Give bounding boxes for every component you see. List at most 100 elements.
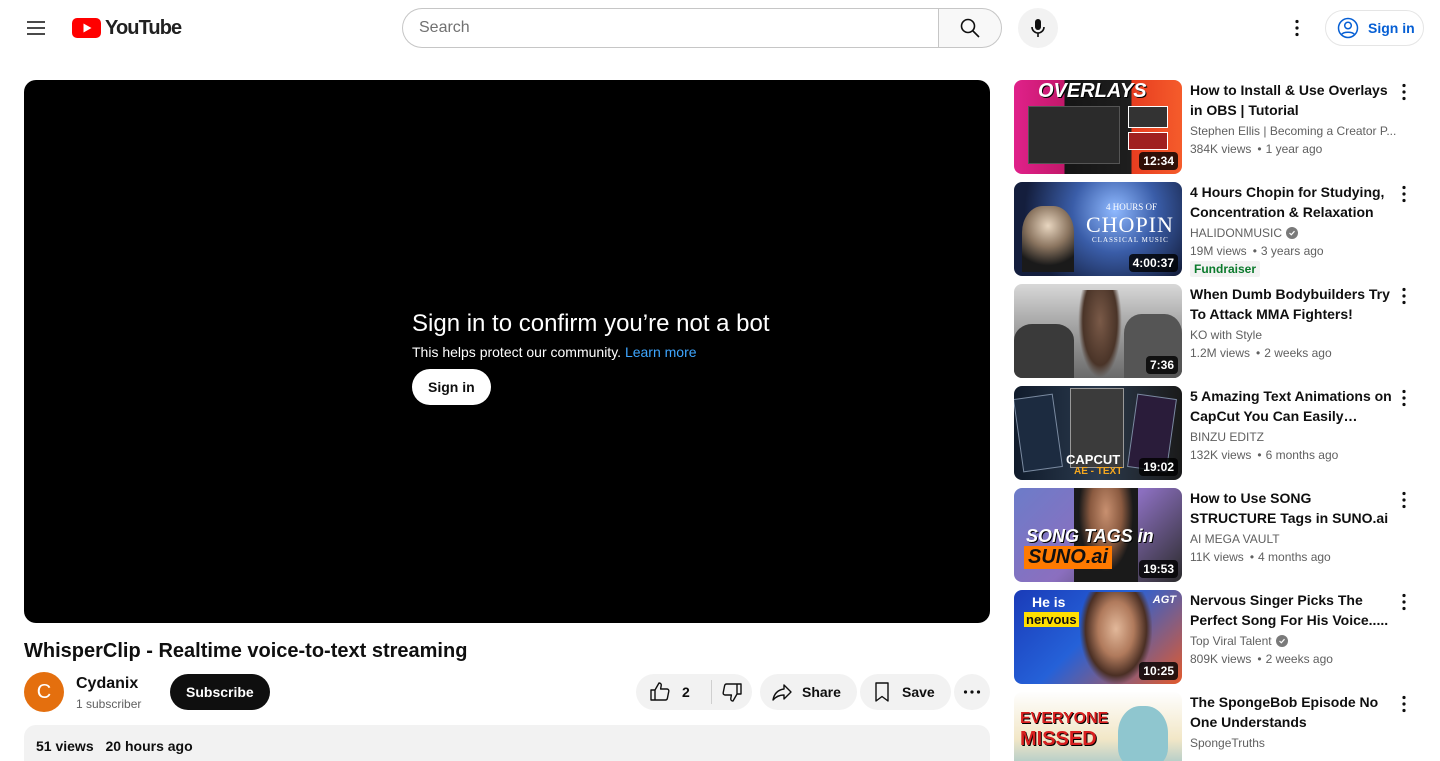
thumbnail-caption: CAPCUT bbox=[1066, 452, 1121, 467]
video-views: 11K views bbox=[1190, 550, 1244, 564]
related-video-item[interactable]: SONG TAGS in SUNO.ai 19:53 How to Use SO… bbox=[1014, 488, 1416, 582]
channel-name: HALIDONMUSIC bbox=[1190, 226, 1283, 240]
bot-check-subtitle: This helps protect our community. Learn … bbox=[412, 344, 770, 360]
upload-date: 20 hours ago bbox=[105, 738, 193, 754]
channel-name: BINZU EDITZ bbox=[1190, 430, 1264, 444]
channel-name[interactable]: Cydanix bbox=[76, 674, 138, 694]
verified-badge-icon bbox=[1275, 635, 1288, 647]
bot-check-title: Sign in to confirm you’re not a bot bbox=[412, 310, 770, 337]
thumbnail-scene-box bbox=[1128, 106, 1168, 128]
bot-check-message: Sign in to confirm you’re not a bot This… bbox=[412, 310, 770, 405]
video-menu-button[interactable] bbox=[1392, 386, 1416, 410]
related-video-item[interactable]: He is nervous AGT 10:25 Nervous Singer P… bbox=[1014, 590, 1416, 684]
video-menu-button[interactable] bbox=[1392, 590, 1416, 614]
video-player[interactable]: Sign in to confirm you’re not a bot This… bbox=[24, 80, 990, 623]
vertical-dots-icon bbox=[1402, 491, 1406, 509]
video-title[interactable]: How to Install & Use Overlays in OBS | T… bbox=[1190, 80, 1396, 120]
thumbnail-caption: CLASSICAL MUSIC bbox=[1092, 236, 1169, 244]
video-menu-button[interactable] bbox=[1392, 284, 1416, 308]
video-menu-button[interactable] bbox=[1392, 692, 1416, 716]
video-thumbnail[interactable]: SONG TAGS in SUNO.ai 19:53 bbox=[1014, 488, 1182, 582]
video-views: 1.2M views bbox=[1190, 346, 1251, 360]
video-views: 19M views bbox=[1190, 244, 1247, 258]
video-channel[interactable]: Top Viral Talent bbox=[1190, 632, 1396, 650]
video-menu-button[interactable] bbox=[1392, 80, 1416, 104]
settings-more-button[interactable] bbox=[1277, 8, 1317, 48]
video-thumbnail[interactable]: 7:36 bbox=[1014, 284, 1182, 378]
search-box[interactable] bbox=[402, 8, 939, 48]
video-views: 132K views bbox=[1190, 448, 1252, 462]
related-videos: OVERLAYS 12:34 How to Install & Use Over… bbox=[1014, 80, 1416, 761]
video-info: How to Use SONG STRUCTURE Tags in SUNO.a… bbox=[1190, 488, 1396, 566]
video-thumbnail[interactable]: He is nervous AGT 10:25 bbox=[1014, 590, 1182, 684]
search-button[interactable] bbox=[938, 8, 1002, 48]
related-video-item[interactable]: OVERLAYS 12:34 How to Install & Use Over… bbox=[1014, 80, 1416, 174]
video-views: 809K views bbox=[1190, 652, 1252, 666]
channel-name: AI MEGA VAULT bbox=[1190, 532, 1280, 546]
header-sign-in-button[interactable]: Sign in bbox=[1325, 10, 1424, 46]
video-thumbnail[interactable]: EVERYONE MISSED bbox=[1014, 692, 1182, 761]
video-duration: 4:00:37 bbox=[1128, 254, 1178, 272]
video-thumbnail[interactable]: 4 HOURS OF CHOPIN CLASSICAL MUSIC 4:00:3… bbox=[1014, 182, 1182, 276]
related-video-item[interactable]: 7:36 When Dumb Bodybuilders Try To Attac… bbox=[1014, 284, 1416, 378]
channel-avatar[interactable]: C bbox=[24, 672, 64, 712]
thumbnail-text: OVERLAYS bbox=[1038, 80, 1147, 102]
voice-search-button[interactable] bbox=[1018, 8, 1058, 48]
video-channel[interactable]: SpongeTruths bbox=[1190, 734, 1396, 752]
search-input[interactable] bbox=[419, 19, 939, 37]
thumbnail-caption: CHOPIN bbox=[1086, 212, 1174, 237]
video-meta: 19M views3 years ago bbox=[1190, 242, 1396, 260]
video-menu-button[interactable] bbox=[1392, 488, 1416, 512]
learn-more-link[interactable]: Learn more bbox=[625, 344, 697, 360]
video-channel[interactable]: Stephen Ellis | Becoming a Creator P... bbox=[1190, 122, 1396, 140]
video-title[interactable]: 4 Hours Chopin for Studying, Concentrati… bbox=[1190, 182, 1396, 222]
video-channel[interactable]: HALIDONMUSIC bbox=[1190, 224, 1396, 242]
video-title[interactable]: The SpongeBob Episode No One Understands bbox=[1190, 692, 1396, 732]
thumbnail-figure bbox=[1078, 290, 1122, 378]
related-video-item[interactable]: CAPCUT AE - TEXT 19:02 5 Amazing Text An… bbox=[1014, 386, 1416, 480]
video-actions-more-button[interactable] bbox=[954, 674, 990, 710]
logo-text: YouTube bbox=[105, 16, 182, 39]
thumbnail-figure bbox=[1118, 706, 1168, 761]
video-title[interactable]: How to Use SONG STRUCTURE Tags in SUNO.a… bbox=[1190, 488, 1396, 528]
thumbnail-caption: EVERYONE bbox=[1020, 710, 1109, 727]
video-info: When Dumb Bodybuilders Try To Attack MMA… bbox=[1190, 284, 1396, 362]
related-video-item[interactable]: 4 HOURS OF CHOPIN CLASSICAL MUSIC 4:00:3… bbox=[1014, 182, 1416, 277]
like-dislike-group: 2 bbox=[636, 674, 752, 710]
vertical-dots-icon bbox=[1402, 389, 1406, 407]
video-age: 2 weeks ago bbox=[1251, 652, 1333, 666]
guide-menu-button[interactable] bbox=[16, 8, 56, 48]
video-thumbnail[interactable]: OVERLAYS 12:34 bbox=[1014, 80, 1182, 174]
account-circle-icon bbox=[1337, 17, 1359, 39]
hamburger-menu-icon bbox=[27, 21, 45, 35]
video-age: 2 weeks ago bbox=[1250, 346, 1332, 360]
like-button[interactable]: 2 bbox=[636, 674, 711, 710]
video-channel[interactable]: KO with Style bbox=[1190, 326, 1396, 344]
subscribe-button[interactable]: Subscribe bbox=[170, 674, 270, 710]
fundraiser-badge: Fundraiser bbox=[1190, 261, 1261, 277]
video-title[interactable]: Nervous Singer Picks The Perfect Song Fo… bbox=[1190, 590, 1396, 630]
player-sign-in-button[interactable]: Sign in bbox=[412, 369, 491, 405]
video-views: 384K views bbox=[1190, 142, 1252, 156]
thumbnail-caption: nervous bbox=[1024, 612, 1079, 627]
video-title[interactable]: 5 Amazing Text Animations on CapCut You … bbox=[1190, 386, 1396, 426]
video-channel[interactable]: AI MEGA VAULT bbox=[1190, 530, 1396, 548]
share-button[interactable]: Share bbox=[760, 674, 857, 710]
video-menu-button[interactable] bbox=[1392, 182, 1416, 206]
vertical-dots-icon bbox=[1402, 695, 1406, 713]
subscriber-count: 1 subscriber bbox=[76, 697, 142, 711]
video-channel[interactable]: BINZU EDITZ bbox=[1190, 428, 1396, 446]
owner-row: C Cydanix 1 subscriber Subscribe 2 Share… bbox=[24, 672, 990, 712]
microphone-icon bbox=[1031, 19, 1045, 37]
save-button[interactable]: Save bbox=[860, 674, 951, 710]
video-info: How to Install & Use Overlays in OBS | T… bbox=[1190, 80, 1396, 158]
vertical-dots-icon bbox=[1402, 287, 1406, 305]
dislike-button[interactable] bbox=[712, 674, 752, 710]
video-title[interactable]: When Dumb Bodybuilders Try To Attack MMA… bbox=[1190, 284, 1396, 324]
video-thumbnail[interactable]: CAPCUT AE - TEXT 19:02 bbox=[1014, 386, 1182, 480]
youtube-logo[interactable]: YouTube bbox=[72, 16, 182, 39]
thumbnail-screen bbox=[1028, 106, 1120, 164]
share-arrow-icon bbox=[772, 684, 792, 701]
related-video-item[interactable]: EVERYONE MISSED The SpongeBob Episode No… bbox=[1014, 692, 1416, 761]
description-box[interactable]: 51 views 20 hours ago bbox=[24, 725, 990, 761]
